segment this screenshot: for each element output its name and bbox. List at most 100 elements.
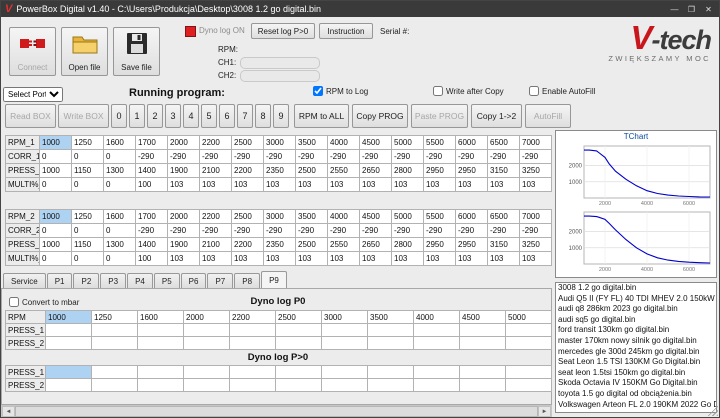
map-cell[interactable]: 2800: [392, 164, 424, 178]
map-cell[interactable]: -290: [136, 150, 168, 164]
map-cell[interactable]: 103: [392, 178, 424, 192]
map-cell[interactable]: 1700: [136, 210, 168, 224]
map-cell[interactable]: [460, 379, 506, 392]
map-cell[interactable]: 103: [488, 178, 520, 192]
map-cell[interactable]: 2500: [296, 164, 328, 178]
map-cell[interactable]: -290: [232, 150, 264, 164]
map-cell[interactable]: 3500: [296, 136, 328, 150]
map-cell[interactable]: 2200: [230, 311, 276, 324]
map-cell[interactable]: 2200: [200, 136, 232, 150]
map-cell[interactable]: 3150: [488, 164, 520, 178]
map-cell[interactable]: [368, 324, 414, 337]
minimize-button[interactable]: —: [666, 2, 683, 16]
map-cell[interactable]: [414, 337, 460, 350]
map-cell[interactable]: 0: [104, 252, 136, 266]
map-cell[interactable]: [230, 337, 276, 350]
file-item[interactable]: seat leon 1.5tsi 150km go digital.bin: [556, 368, 716, 379]
map-cell[interactable]: 1000: [40, 164, 72, 178]
map-cell[interactable]: [322, 337, 368, 350]
map-cell[interactable]: 103: [520, 252, 552, 266]
map-cell[interactable]: [460, 337, 506, 350]
map-cell[interactable]: 6000: [456, 210, 488, 224]
map-cell[interactable]: 4000: [328, 210, 360, 224]
map-cell[interactable]: 103: [424, 178, 456, 192]
map-cell[interactable]: -290: [200, 224, 232, 238]
map-cell[interactable]: 3000: [322, 311, 368, 324]
map-cell[interactable]: -290: [168, 150, 200, 164]
map-cell[interactable]: [460, 366, 506, 379]
map-cell[interactable]: -290: [360, 224, 392, 238]
map-cell[interactable]: 5000: [392, 136, 424, 150]
tab-service[interactable]: Service: [3, 273, 46, 289]
map-cell[interactable]: 0: [40, 150, 72, 164]
rpm-to-log-option[interactable]: RPM to Log: [313, 86, 368, 96]
tab-p8[interactable]: P8: [234, 273, 261, 289]
map-cell[interactable]: -290: [168, 224, 200, 238]
digit-button-5[interactable]: 5: [201, 104, 217, 128]
map-cell[interactable]: 0: [72, 224, 104, 238]
write-after-copy-option[interactable]: Write after Copy: [433, 86, 504, 96]
map-cell[interactable]: [414, 379, 460, 392]
map-cell[interactable]: [138, 379, 184, 392]
map-cell[interactable]: [506, 379, 552, 392]
map-cell[interactable]: -290: [520, 224, 552, 238]
map-cell[interactable]: [46, 366, 92, 379]
map-cell[interactable]: 2950: [456, 238, 488, 252]
map-cell[interactable]: 1600: [104, 136, 136, 150]
map-cell[interactable]: 0: [72, 150, 104, 164]
digit-button-0[interactable]: 0: [111, 104, 127, 128]
map-cell[interactable]: [230, 379, 276, 392]
read-box-button[interactable]: Read BOX: [5, 104, 56, 128]
map-cell[interactable]: 103: [520, 178, 552, 192]
copy-prog-button[interactable]: Copy PROG: [352, 104, 408, 128]
file-item[interactable]: Skoda Octavia IV 150KM Go Digital.bin: [556, 378, 716, 389]
map-cell[interactable]: [276, 379, 322, 392]
map-cell[interactable]: [368, 337, 414, 350]
maximize-button[interactable]: ❐: [683, 2, 700, 16]
map-cell[interactable]: 1000: [40, 136, 72, 150]
map-cell[interactable]: 103: [424, 252, 456, 266]
map-cell[interactable]: 4000: [414, 311, 460, 324]
map-cell[interactable]: 2200: [232, 164, 264, 178]
map-cell[interactable]: 103: [360, 178, 392, 192]
map-cell[interactable]: -290: [328, 224, 360, 238]
map-cell[interactable]: -290: [424, 150, 456, 164]
map-cell[interactable]: [368, 379, 414, 392]
map-cell[interactable]: 5500: [424, 136, 456, 150]
map-cell[interactable]: 103: [456, 252, 488, 266]
map-cell[interactable]: 0: [72, 178, 104, 192]
map-cell[interactable]: [230, 366, 276, 379]
file-item[interactable]: ford transit 130km go digital.bin: [556, 325, 716, 336]
map-cell[interactable]: [230, 324, 276, 337]
map-cell[interactable]: 6500: [488, 136, 520, 150]
map-cell[interactable]: 103: [168, 252, 200, 266]
map-cell[interactable]: 0: [40, 252, 72, 266]
file-item[interactable]: toyota 1.5 go digital od obciążenia.bin: [556, 389, 716, 400]
map-cell[interactable]: -290: [232, 224, 264, 238]
digit-button-9[interactable]: 9: [273, 104, 289, 128]
map-cell[interactable]: 3500: [296, 210, 328, 224]
connect-button[interactable]: Connect: [9, 27, 56, 76]
map-cell[interactable]: 7000: [520, 136, 552, 150]
tab-p9[interactable]: P9: [261, 271, 287, 289]
enable-autofill-checkbox[interactable]: [529, 86, 539, 96]
map-cell[interactable]: [506, 324, 552, 337]
map-cell[interactable]: -290: [456, 224, 488, 238]
write-box-button[interactable]: Write BOX: [58, 104, 109, 128]
map-cell[interactable]: -290: [328, 150, 360, 164]
map-cell[interactable]: 2550: [328, 238, 360, 252]
map-cell[interactable]: 4500: [360, 136, 392, 150]
instruction-button[interactable]: Instruction: [319, 23, 373, 39]
digit-button-4[interactable]: 4: [183, 104, 199, 128]
digit-button-8[interactable]: 8: [255, 104, 271, 128]
tab-p3[interactable]: P3: [100, 273, 127, 289]
map-cell[interactable]: 1150: [72, 164, 104, 178]
map-cell[interactable]: 5000: [392, 210, 424, 224]
dyno-log-on-label[interactable]: Dyno log ON: [199, 26, 245, 35]
map-cell[interactable]: 103: [456, 178, 488, 192]
map-cell[interactable]: [460, 324, 506, 337]
map-cell[interactable]: 103: [328, 178, 360, 192]
map-cell[interactable]: [506, 337, 552, 350]
map-cell[interactable]: 2500: [232, 136, 264, 150]
map-cell[interactable]: [414, 324, 460, 337]
